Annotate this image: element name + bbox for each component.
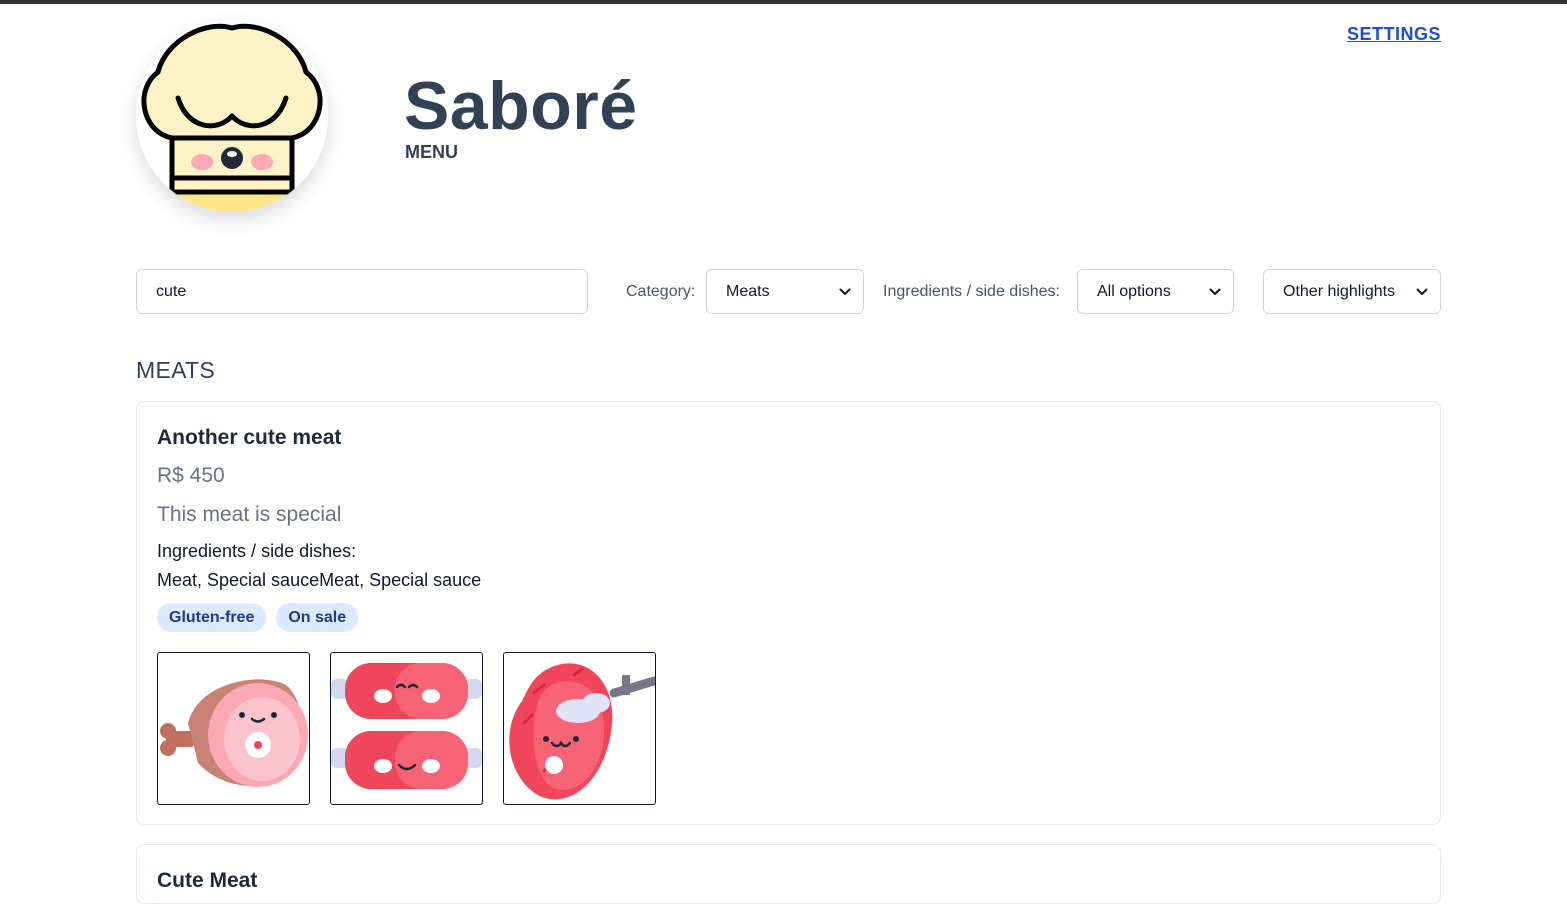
ingredients-select[interactable]: All options xyxy=(1077,269,1234,314)
chevron-down-icon xyxy=(839,288,851,295)
ingredients-label: Ingredients / side dishes: xyxy=(883,283,1060,300)
item-price: R$ 450 xyxy=(157,464,225,487)
tag-list: Gluten-free On sale xyxy=(157,603,359,632)
image-gallery xyxy=(157,652,656,805)
top-border xyxy=(0,0,1567,4)
ingredients-list: Meat, Special sauceMeat, Special sauce xyxy=(157,570,482,590)
sausages-icon[interactable] xyxy=(330,652,483,805)
ham-icon[interactable] xyxy=(157,652,310,805)
search-input[interactable] xyxy=(136,269,588,314)
chevron-down-icon xyxy=(1416,288,1428,295)
tag-gluten-free: Gluten-free xyxy=(157,603,267,632)
ingredients-select-value: All options xyxy=(1097,282,1171,300)
steak-icon[interactable] xyxy=(503,652,656,805)
tag-on-sale: On sale xyxy=(276,603,359,632)
highlights-select[interactable]: Other highlights xyxy=(1263,269,1441,314)
menu-item-card: Cute Meat xyxy=(136,844,1441,904)
section-title: MEATS xyxy=(136,357,216,383)
settings-link[interactable]: SETTINGS xyxy=(1347,24,1441,45)
category-label: Category: xyxy=(626,283,696,300)
item-name: Another cute meat xyxy=(157,426,342,449)
chevron-down-icon xyxy=(1209,288,1221,295)
brand-title: Saboré xyxy=(404,68,638,144)
chef-hat-icon xyxy=(136,20,328,212)
menu-item-card: Another cute meat R$ 450 This meat is sp… xyxy=(136,401,1441,825)
category-select[interactable]: Meats xyxy=(706,269,864,314)
brand-subtitle: MENU xyxy=(405,142,458,162)
item-name: Cute Meat xyxy=(157,869,258,892)
item-description: This meat is special xyxy=(157,503,342,526)
category-select-value: Meats xyxy=(726,282,770,300)
highlights-select-value: Other highlights xyxy=(1283,282,1396,300)
ingredients-heading: Ingredients / side dishes: xyxy=(157,541,357,561)
